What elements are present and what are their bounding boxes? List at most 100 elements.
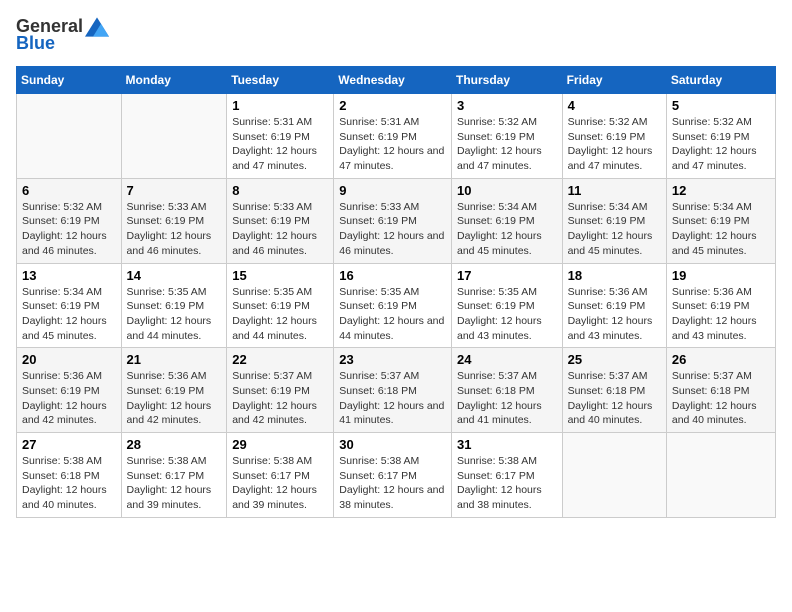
cell-detail: Sunrise: 5:37 AM Sunset: 6:18 PM Dayligh… (457, 369, 557, 428)
cell-detail: Sunrise: 5:36 AM Sunset: 6:19 PM Dayligh… (672, 285, 770, 344)
day-number: 22 (232, 352, 328, 367)
cell-detail: Sunrise: 5:35 AM Sunset: 6:19 PM Dayligh… (127, 285, 222, 344)
calendar-cell (17, 94, 122, 179)
day-number: 30 (339, 437, 446, 452)
weekday-header-wednesday: Wednesday (334, 67, 452, 94)
calendar-cell: 8 Sunrise: 5:33 AM Sunset: 6:19 PM Daylig… (227, 178, 334, 263)
day-number: 25 (568, 352, 661, 367)
day-number: 1 (232, 98, 328, 113)
calendar-cell (121, 94, 227, 179)
day-number: 13 (22, 268, 116, 283)
calendar-cell: 27 Sunrise: 5:38 AM Sunset: 6:18 PM Dayli… (17, 433, 122, 518)
weekday-header-friday: Friday (562, 67, 666, 94)
cell-detail: Sunrise: 5:38 AM Sunset: 6:17 PM Dayligh… (457, 454, 557, 513)
cell-detail: Sunrise: 5:32 AM Sunset: 6:19 PM Dayligh… (568, 115, 661, 174)
day-number: 7 (127, 183, 222, 198)
calendar-cell: 22 Sunrise: 5:37 AM Sunset: 6:19 PM Dayli… (227, 348, 334, 433)
calendar-cell: 6 Sunrise: 5:32 AM Sunset: 6:19 PM Daylig… (17, 178, 122, 263)
cell-detail: Sunrise: 5:34 AM Sunset: 6:19 PM Dayligh… (672, 200, 770, 259)
cell-detail: Sunrise: 5:37 AM Sunset: 6:19 PM Dayligh… (232, 369, 328, 428)
cell-detail: Sunrise: 5:35 AM Sunset: 6:19 PM Dayligh… (232, 285, 328, 344)
week-row-2: 13 Sunrise: 5:34 AM Sunset: 6:19 PM Dayli… (17, 263, 776, 348)
cell-detail: Sunrise: 5:34 AM Sunset: 6:19 PM Dayligh… (457, 200, 557, 259)
calendar-cell: 9Sunrise: 5:33 AM Sunset: 6:19 PM Daylig… (334, 178, 452, 263)
cell-detail: Sunrise: 5:37 AM Sunset: 6:18 PM Dayligh… (672, 369, 770, 428)
cell-detail: Sunrise: 5:33 AM Sunset: 6:19 PM Dayligh… (232, 200, 328, 259)
weekday-header-monday: Monday (121, 67, 227, 94)
cell-detail: Sunrise: 5:34 AM Sunset: 6:19 PM Dayligh… (22, 285, 116, 344)
cell-detail: Sunrise: 5:35 AM Sunset: 6:19 PM Dayligh… (457, 285, 557, 344)
calendar-cell: 16 Sunrise: 5:35 AM Sunset: 6:19 PM Dayli… (334, 263, 452, 348)
calendar-cell: 30Sunrise: 5:38 AM Sunset: 6:17 PM Dayli… (334, 433, 452, 518)
cell-detail: Sunrise: 5:36 AM Sunset: 6:19 PM Dayligh… (127, 369, 222, 428)
day-number: 19 (672, 268, 770, 283)
cell-detail: Sunrise: 5:38 AM Sunset: 6:18 PM Dayligh… (22, 454, 116, 513)
day-number: 29 (232, 437, 328, 452)
week-row-1: 6 Sunrise: 5:32 AM Sunset: 6:19 PM Daylig… (17, 178, 776, 263)
calendar-cell: 26Sunrise: 5:37 AM Sunset: 6:18 PM Dayli… (666, 348, 775, 433)
calendar-cell: 4 Sunrise: 5:32 AM Sunset: 6:19 PM Daylig… (562, 94, 666, 179)
cell-detail: Sunrise: 5:35 AM Sunset: 6:19 PM Dayligh… (339, 285, 446, 344)
day-number: 8 (232, 183, 328, 198)
cell-detail: Sunrise: 5:32 AM Sunset: 6:19 PM Dayligh… (672, 115, 770, 174)
day-number: 31 (457, 437, 557, 452)
calendar-cell: 23 Sunrise: 5:37 AM Sunset: 6:18 PM Dayli… (334, 348, 452, 433)
calendar-cell: 11 Sunrise: 5:34 AM Sunset: 6:19 PM Dayli… (562, 178, 666, 263)
day-number: 6 (22, 183, 116, 198)
calendar-body: 1 Sunrise: 5:31 AM Sunset: 6:19 PM Daylig… (17, 94, 776, 518)
calendar-cell: 17Sunrise: 5:35 AM Sunset: 6:19 PM Dayli… (451, 263, 562, 348)
weekday-header-row: SundayMondayTuesdayWednesdayThursdayFrid… (17, 67, 776, 94)
calendar-cell: 25 Sunrise: 5:37 AM Sunset: 6:18 PM Dayli… (562, 348, 666, 433)
calendar-cell: 24 Sunrise: 5:37 AM Sunset: 6:18 PM Dayli… (451, 348, 562, 433)
cell-detail: Sunrise: 5:32 AM Sunset: 6:19 PM Dayligh… (22, 200, 116, 259)
calendar-cell: 29 Sunrise: 5:38 AM Sunset: 6:17 PM Dayli… (227, 433, 334, 518)
cell-detail: Sunrise: 5:31 AM Sunset: 6:19 PM Dayligh… (339, 115, 446, 174)
day-number: 16 (339, 268, 446, 283)
weekday-header-thursday: Thursday (451, 67, 562, 94)
day-number: 10 (457, 183, 557, 198)
cell-detail: Sunrise: 5:33 AM Sunset: 6:19 PM Dayligh… (127, 200, 222, 259)
calendar-cell: 15Sunrise: 5:35 AM Sunset: 6:19 PM Dayli… (227, 263, 334, 348)
cell-detail: Sunrise: 5:37 AM Sunset: 6:18 PM Dayligh… (339, 369, 446, 428)
cell-detail: Sunrise: 5:31 AM Sunset: 6:19 PM Dayligh… (232, 115, 328, 174)
weekday-header-tuesday: Tuesday (227, 67, 334, 94)
cell-detail: Sunrise: 5:37 AM Sunset: 6:18 PM Dayligh… (568, 369, 661, 428)
weekday-header-saturday: Saturday (666, 67, 775, 94)
calendar-cell: 12 Sunrise: 5:34 AM Sunset: 6:19 PM Dayli… (666, 178, 775, 263)
day-number: 27 (22, 437, 116, 452)
calendar-cell: 20 Sunrise: 5:36 AM Sunset: 6:19 PM Dayli… (17, 348, 122, 433)
calendar-cell: 14 Sunrise: 5:35 AM Sunset: 6:19 PM Dayli… (121, 263, 227, 348)
calendar-cell: 31 Sunrise: 5:38 AM Sunset: 6:17 PM Dayli… (451, 433, 562, 518)
calendar-cell: 18Sunrise: 5:36 AM Sunset: 6:19 PM Dayli… (562, 263, 666, 348)
page-header: General Blue (16, 16, 776, 54)
day-number: 23 (339, 352, 446, 367)
cell-detail: Sunrise: 5:33 AM Sunset: 6:19 PM Dayligh… (339, 200, 446, 259)
day-number: 4 (568, 98, 661, 113)
day-number: 3 (457, 98, 557, 113)
weekday-header-sunday: Sunday (17, 67, 122, 94)
day-number: 14 (127, 268, 222, 283)
day-number: 20 (22, 352, 116, 367)
day-number: 2 (339, 98, 446, 113)
cell-detail: Sunrise: 5:34 AM Sunset: 6:19 PM Dayligh… (568, 200, 661, 259)
day-number: 21 (127, 352, 222, 367)
calendar-cell: 19 Sunrise: 5:36 AM Sunset: 6:19 PM Dayli… (666, 263, 775, 348)
cell-detail: Sunrise: 5:38 AM Sunset: 6:17 PM Dayligh… (232, 454, 328, 513)
cell-detail: Sunrise: 5:32 AM Sunset: 6:19 PM Dayligh… (457, 115, 557, 174)
day-number: 12 (672, 183, 770, 198)
calendar-cell (562, 433, 666, 518)
cell-detail: Sunrise: 5:38 AM Sunset: 6:17 PM Dayligh… (127, 454, 222, 513)
calendar-cell: 2 Sunrise: 5:31 AM Sunset: 6:19 PM Daylig… (334, 94, 452, 179)
cell-detail: Sunrise: 5:36 AM Sunset: 6:19 PM Dayligh… (22, 369, 116, 428)
cell-detail: Sunrise: 5:36 AM Sunset: 6:19 PM Dayligh… (568, 285, 661, 344)
calendar-cell: 13 Sunrise: 5:34 AM Sunset: 6:19 PM Dayli… (17, 263, 122, 348)
logo-icon (85, 17, 109, 37)
calendar-cell: 28Sunrise: 5:38 AM Sunset: 6:17 PM Dayli… (121, 433, 227, 518)
day-number: 24 (457, 352, 557, 367)
day-number: 11 (568, 183, 661, 198)
calendar-cell: 10 Sunrise: 5:34 AM Sunset: 6:19 PM Dayli… (451, 178, 562, 263)
logo: General Blue (16, 16, 109, 54)
week-row-4: 27 Sunrise: 5:38 AM Sunset: 6:18 PM Dayli… (17, 433, 776, 518)
calendar-cell: 3 Sunrise: 5:32 AM Sunset: 6:19 PM Daylig… (451, 94, 562, 179)
calendar-cell: 1 Sunrise: 5:31 AM Sunset: 6:19 PM Daylig… (227, 94, 334, 179)
